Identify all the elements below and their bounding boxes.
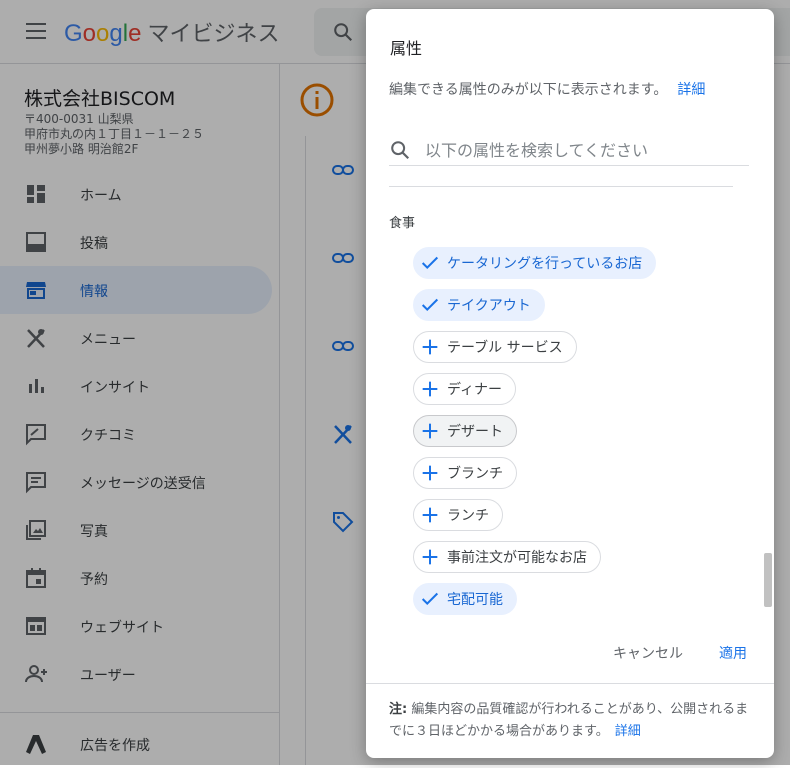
attribute-chip-catering[interactable]: ケータリングを行っているお店 <box>413 247 657 279</box>
plus-icon <box>422 339 438 355</box>
divider <box>389 186 733 187</box>
attribute-search-input[interactable]: 以下の属性を検索してください <box>389 129 749 166</box>
attribute-chip-lunch[interactable]: ランチ <box>413 499 503 531</box>
attribute-chip-list: ケータリングを行っているお店 テイクアウト テーブル サービス ディナー デザー… <box>413 247 657 625</box>
cancel-button[interactable]: キャンセル <box>613 643 683 663</box>
check-icon <box>421 298 439 312</box>
check-icon <box>421 592 439 606</box>
divider <box>366 683 774 684</box>
plus-icon <box>422 549 438 565</box>
attribute-chip-brunch[interactable]: ブランチ <box>413 457 517 489</box>
attribute-chip-dinner[interactable]: ディナー <box>413 373 517 405</box>
plus-icon <box>422 507 438 523</box>
attribute-chip-delivery[interactable]: 宅配可能 <box>413 583 517 615</box>
attribute-chip-dessert[interactable]: デザート <box>413 415 517 447</box>
dialog-note: 注: 編集内容の品質確認が行われることがあり、公開されるまでに３日ほどかかる場合… <box>389 702 749 739</box>
plus-icon <box>422 381 438 397</box>
plus-icon <box>422 423 438 439</box>
attribute-chip-takeout[interactable]: テイクアウト <box>413 289 545 321</box>
search-icon <box>391 141 410 160</box>
dialog-title: 属性 <box>390 39 423 58</box>
note-details-link[interactable]: 詳細 <box>615 724 641 739</box>
plus-icon <box>422 465 438 481</box>
dialog-description: 編集できる属性のみが以下に表示されます。 詳細 <box>389 82 706 98</box>
dialog-actions: キャンセル 適用 <box>366 639 774 679</box>
attribute-chip-preorder[interactable]: 事前注文が可能なお店 <box>413 541 601 573</box>
details-link[interactable]: 詳細 <box>677 82 705 98</box>
search-placeholder: 以下の属性を検索してください <box>425 141 649 160</box>
apply-button[interactable]: 適用 <box>719 643 747 663</box>
attribute-chip-table-service[interactable]: テーブル サービス <box>413 331 577 363</box>
attributes-dialog: 属性 編集できる属性のみが以下に表示されます。 詳細 以下の属性を検索してください… <box>366 9 774 758</box>
dialog-scrollbar[interactable] <box>764 553 772 607</box>
check-icon <box>421 256 439 270</box>
attribute-group-label: 食事 <box>389 216 416 231</box>
